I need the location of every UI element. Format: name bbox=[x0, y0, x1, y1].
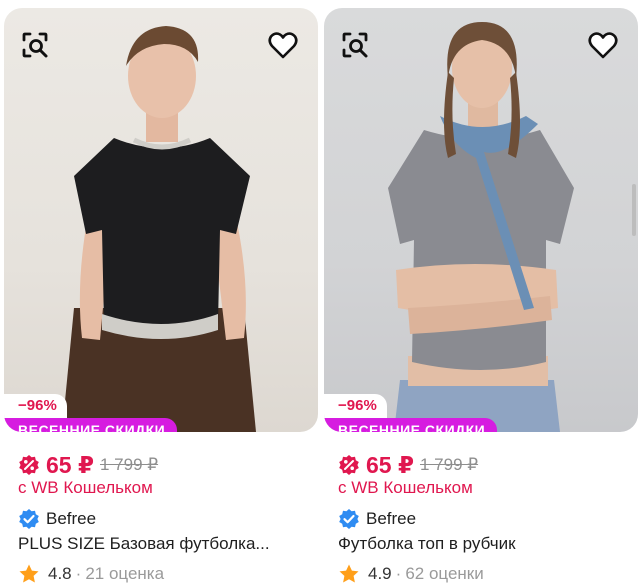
old-price: 1 799 ₽ bbox=[419, 455, 479, 474]
product-photo-illustration bbox=[62, 26, 256, 432]
old-price: 1 799 ₽ bbox=[99, 455, 159, 474]
star-icon bbox=[339, 564, 359, 583]
scrollbar[interactable] bbox=[632, 184, 636, 236]
verified-check-icon bbox=[339, 509, 359, 529]
rating-value: 4.9 bbox=[368, 564, 392, 583]
discount-badge: −96% bbox=[4, 394, 67, 418]
star-icon bbox=[19, 564, 39, 583]
product-title[interactable]: Футболка топ в рубчик bbox=[338, 534, 628, 554]
product-photo[interactable]: −96% ВЕСЕННИЕ СКИДКИ bbox=[324, 8, 638, 432]
rating-row: 4.9 · 62 оценки bbox=[338, 563, 484, 585]
price-row: 65 ₽ 1 799 ₽ bbox=[338, 450, 478, 480]
product-title[interactable]: PLUS SIZE Базовая футболка... bbox=[18, 534, 308, 554]
wallet-note: с WB Кошельком bbox=[338, 478, 473, 497]
verified-check-icon bbox=[19, 509, 39, 529]
wallet-discount-badge-icon bbox=[19, 455, 39, 475]
image-search-icon[interactable] bbox=[18, 28, 52, 62]
wallet-discount-badge-icon bbox=[339, 455, 359, 475]
rating-row: 4.8 · 21 оценка bbox=[18, 563, 164, 585]
price-row: 65 ₽ 1 799 ₽ bbox=[18, 450, 158, 480]
separator: · bbox=[395, 564, 402, 583]
product-card[interactable]: −96% ВЕСЕННИЕ СКИДКИ 65 ₽ 1 799 ₽ с WB К… bbox=[4, 0, 318, 584]
brand-name: Befree bbox=[46, 509, 97, 528]
brand-name: Befree bbox=[366, 509, 417, 528]
promo-label: ВЕСЕННИЕ СКИДКИ bbox=[4, 418, 178, 432]
review-count: 21 оценка bbox=[85, 564, 165, 583]
current-price: 65 ₽ bbox=[46, 451, 94, 478]
promo-label: ВЕСЕННИЕ СКИДКИ bbox=[324, 418, 498, 432]
brand-row[interactable]: Befree bbox=[338, 508, 416, 530]
heart-outline-icon[interactable] bbox=[266, 28, 300, 62]
brand-row[interactable]: Befree bbox=[18, 508, 96, 530]
discount-badge: −96% bbox=[324, 394, 387, 418]
product-photo-illustration bbox=[388, 22, 574, 432]
image-search-icon[interactable] bbox=[338, 28, 372, 62]
rating-value: 4.8 bbox=[48, 564, 72, 583]
review-count: 62 оценки bbox=[405, 564, 484, 583]
wallet-note: с WB Кошельком bbox=[18, 478, 153, 497]
separator: · bbox=[75, 564, 82, 583]
heart-outline-icon[interactable] bbox=[586, 28, 620, 62]
product-card[interactable]: −96% ВЕСЕННИЕ СКИДКИ 65 ₽ 1 799 ₽ с WB К… bbox=[324, 0, 638, 584]
product-photo[interactable]: −96% ВЕСЕННИЕ СКИДКИ bbox=[4, 8, 318, 432]
current-price: 65 ₽ bbox=[366, 451, 414, 478]
